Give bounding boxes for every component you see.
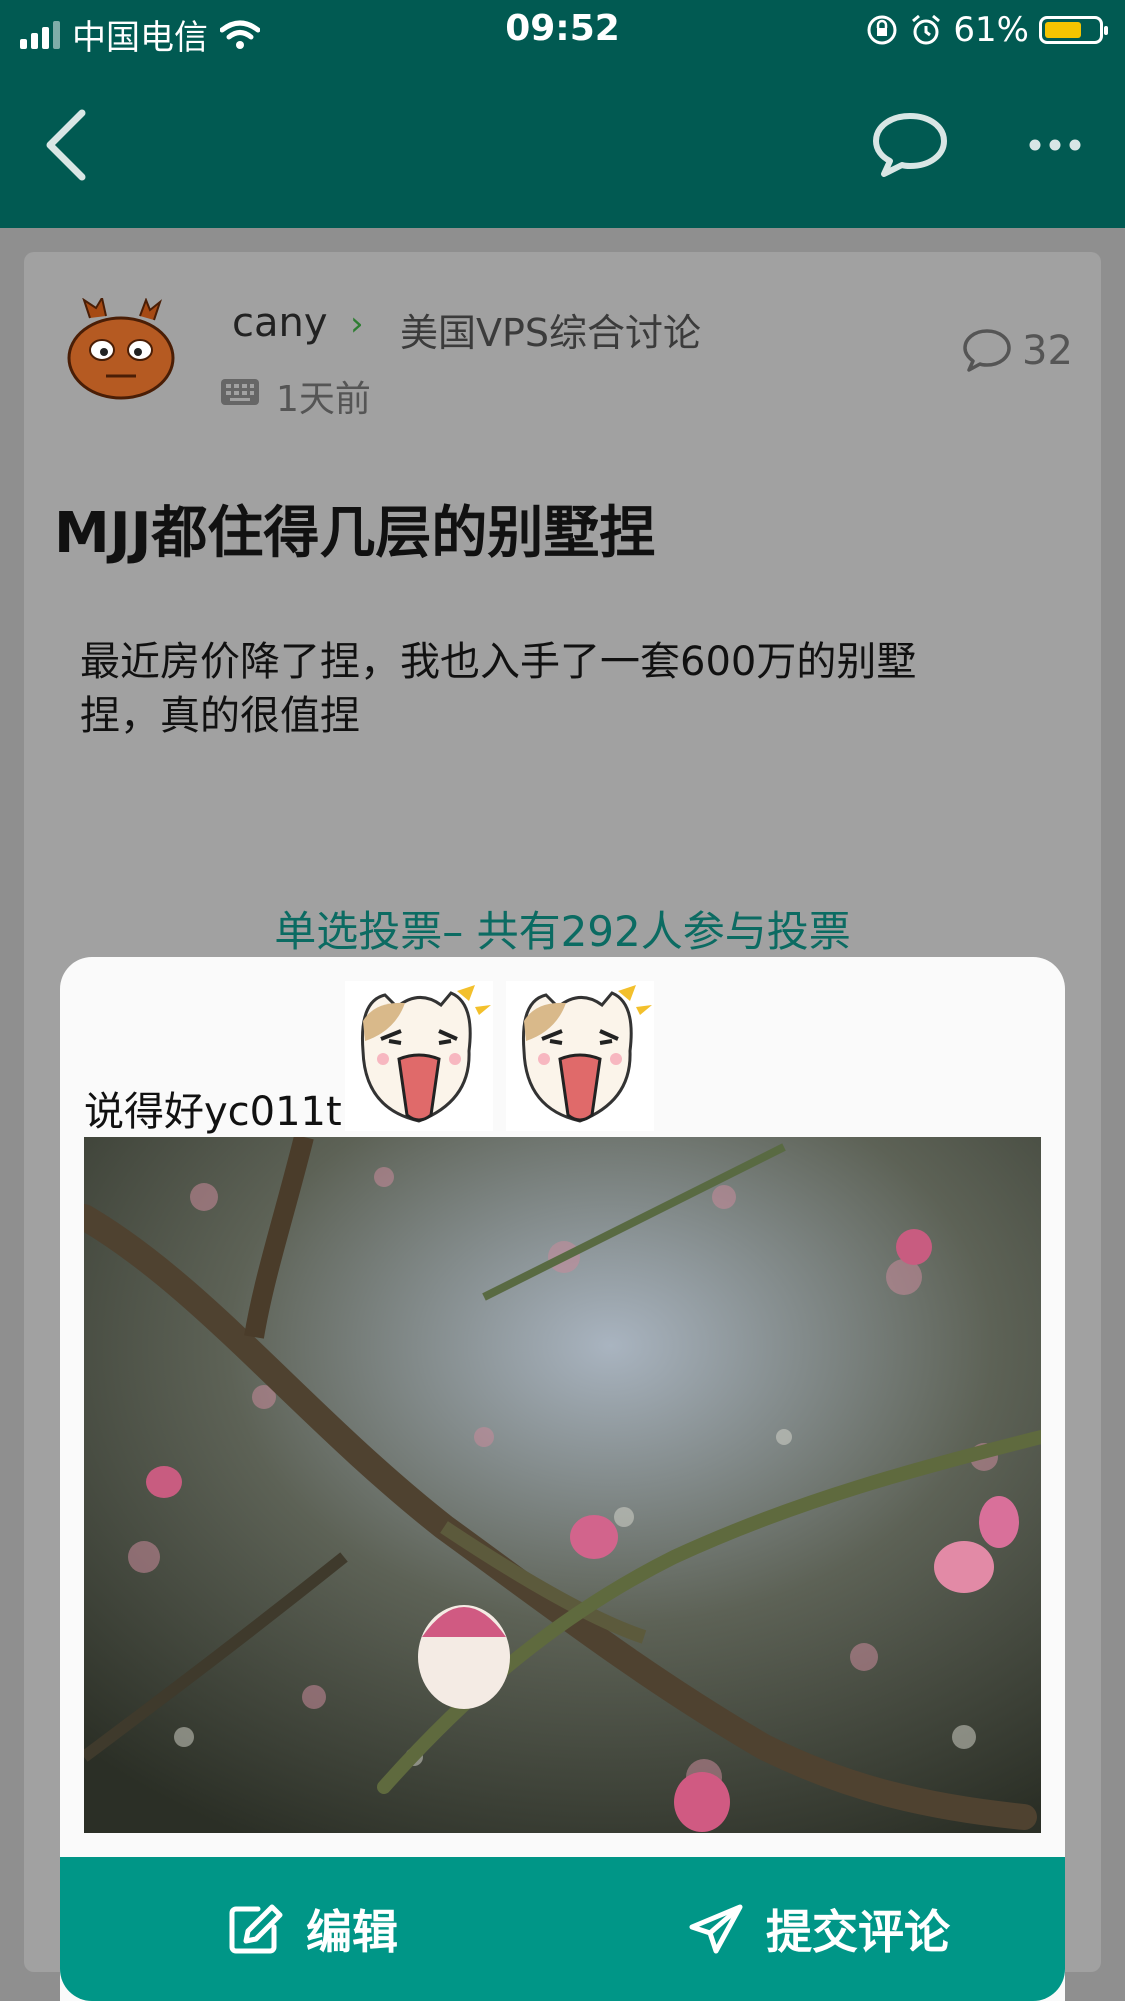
shouting-cat-sticker bbox=[506, 981, 654, 1131]
send-icon bbox=[689, 1904, 743, 1954]
comment-icon bbox=[963, 329, 1011, 372]
submit-comment-button[interactable]: 提交评论 bbox=[688, 1857, 950, 2001]
more-icon[interactable] bbox=[1025, 130, 1085, 160]
back-icon[interactable] bbox=[40, 105, 90, 185]
post-body-line: 最近房价降了捏，我也入手了一套600万的别墅 bbox=[80, 639, 917, 685]
battery-percent: 61% bbox=[953, 10, 1029, 50]
chat-icon[interactable] bbox=[870, 110, 950, 180]
battery-icon bbox=[1039, 16, 1108, 44]
status-right: 61% bbox=[865, 10, 1108, 50]
action-bar: 编辑 提交评论 bbox=[60, 1857, 1065, 2001]
avatar[interactable] bbox=[62, 298, 180, 402]
comment-count: 32 bbox=[1022, 328, 1073, 374]
forum-name[interactable]: 美国VPS综合讨论 bbox=[400, 302, 701, 357]
comment-sheet: 说得好yc011t 编辑 提交评论 bbox=[60, 957, 1065, 2001]
edit-icon bbox=[229, 1904, 283, 1954]
plum-blossom-photo[interactable] bbox=[84, 1137, 1041, 1833]
keyboard-icon bbox=[221, 379, 259, 405]
orientation-lock-icon bbox=[867, 15, 897, 45]
alarm-icon bbox=[912, 14, 941, 45]
comment-text[interactable]: 说得好yc011t bbox=[84, 1079, 342, 1137]
shouting-cat-sticker bbox=[345, 981, 493, 1131]
status-bar: 中国电信 09:52 61% bbox=[0, 0, 1125, 62]
post-body: 最近房价降了捏，我也入手了一套600万的别墅 捏，真的很值捏 bbox=[80, 635, 1040, 743]
submit-label: 提交评论 bbox=[766, 1905, 950, 1959]
post-time: 1天前 bbox=[276, 379, 371, 420]
post-body-line: 捏，真的很值捏 bbox=[80, 693, 360, 739]
vote-header: 单选投票– 共有292人参与投票 bbox=[274, 907, 851, 956]
chevron-right-icon: › bbox=[350, 304, 364, 344]
author-name[interactable]: cany bbox=[232, 300, 328, 346]
top-bar: 中国电信 09:52 61% bbox=[0, 0, 1125, 228]
post-title: MJJ都住得几层的别墅捏 bbox=[54, 501, 656, 566]
edit-button[interactable]: 编辑 bbox=[228, 1857, 398, 2001]
edit-label: 编辑 bbox=[306, 1905, 398, 1959]
